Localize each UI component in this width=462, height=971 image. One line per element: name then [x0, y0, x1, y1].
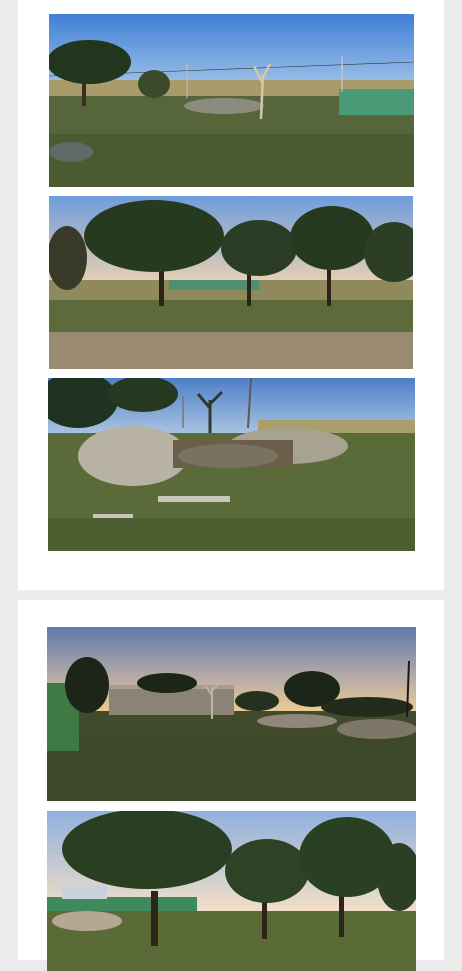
photo-roadside-trees [49, 196, 413, 369]
post-photo[interactable] [49, 14, 414, 187]
post-card [18, 0, 444, 590]
post-photo[interactable] [48, 378, 415, 551]
photo-lot-large-trees [47, 811, 416, 971]
post-photo[interactable] [47, 627, 416, 801]
photo-lot-dusk [47, 627, 416, 801]
post-photo[interactable] [47, 811, 416, 971]
photo-excavated-lot [48, 378, 415, 551]
post-card [18, 600, 444, 971]
photo-lot-fence [49, 14, 414, 187]
post-photo[interactable] [49, 196, 413, 369]
